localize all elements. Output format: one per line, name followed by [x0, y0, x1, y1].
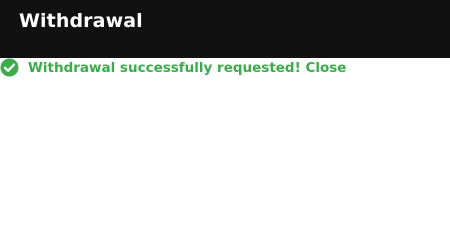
check-circle-icon	[0, 58, 19, 77]
close-link[interactable]: Close	[305, 60, 346, 76]
success-alert: Withdrawal successfully requested! Close	[0, 58, 450, 78]
page-title: Withdrawal	[19, 10, 143, 32]
page: Withdrawal Withdrawal successfully reque…	[0, 0, 450, 250]
page-header: Withdrawal	[0, 0, 450, 58]
alert-text: Withdrawal successfully requested! Close	[28, 59, 346, 77]
alert-message: Withdrawal successfully requested!	[28, 60, 306, 76]
